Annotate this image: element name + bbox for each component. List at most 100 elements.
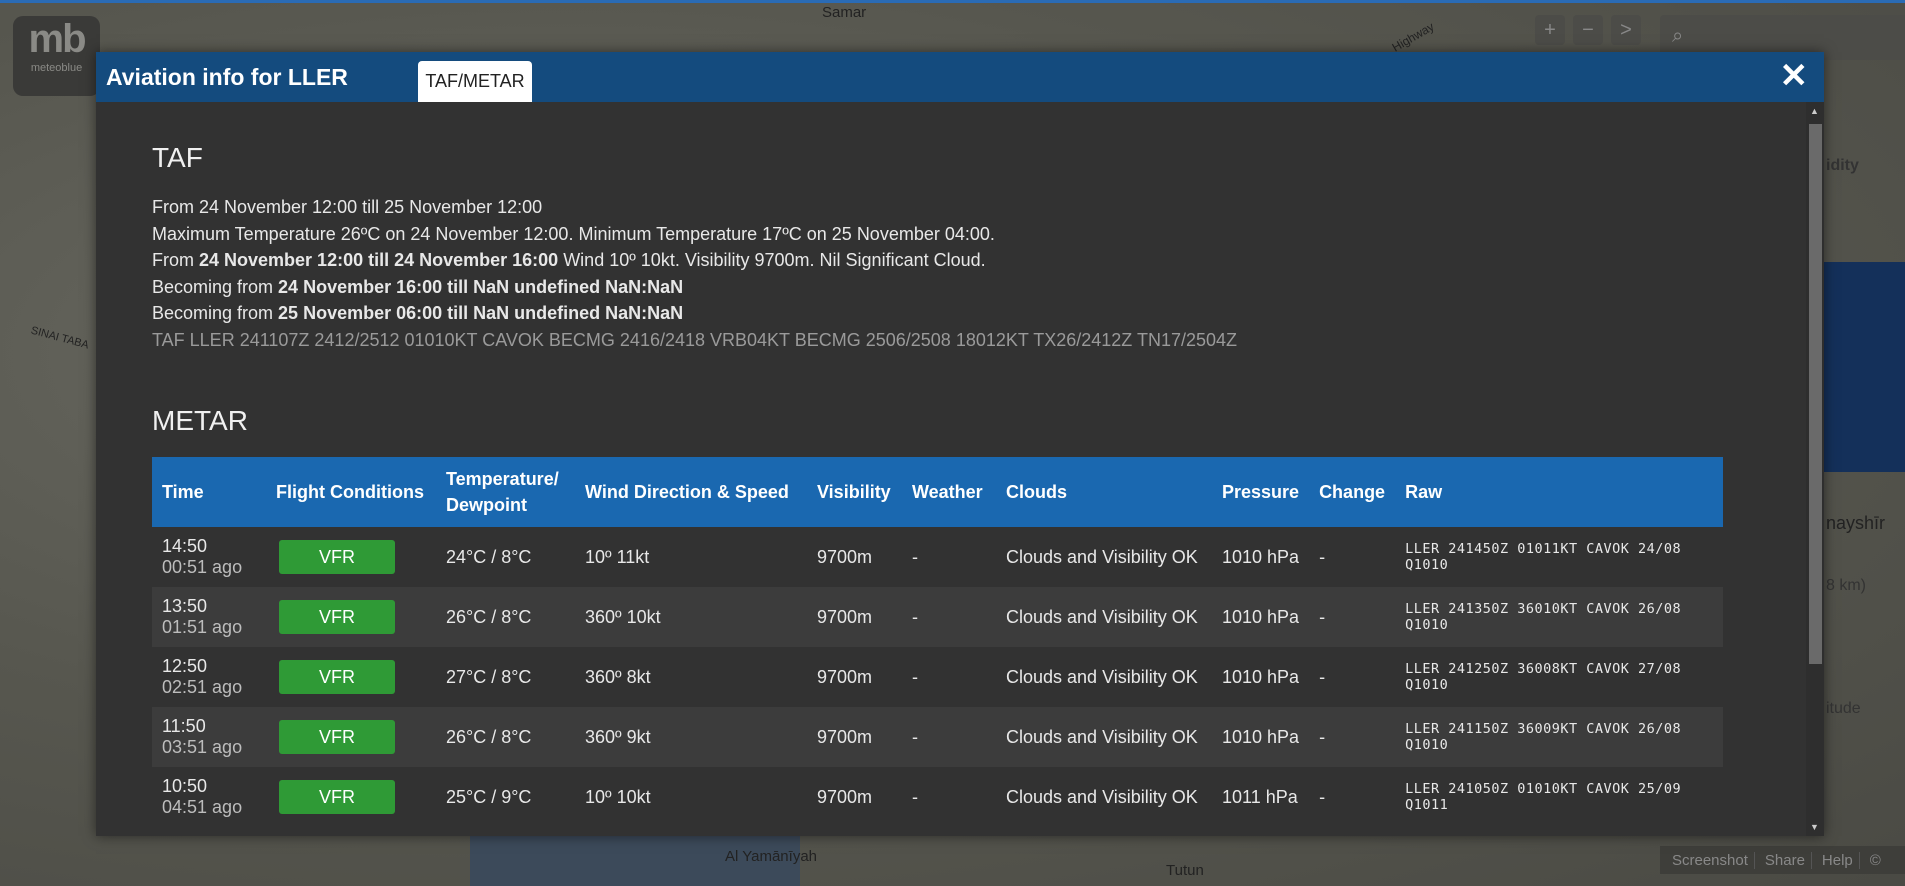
cell-wind: 10º 11kt bbox=[575, 527, 807, 587]
map-label: Tutun bbox=[1166, 862, 1204, 879]
column-header: Wind Direction & Speed bbox=[575, 457, 807, 527]
cell-wx: - bbox=[902, 767, 996, 827]
column-header: Weather bbox=[902, 457, 996, 527]
zoom-out-button[interactable]: − bbox=[1573, 15, 1603, 45]
taf-becoming: Becoming from 24 November 16:00 till NaN… bbox=[152, 274, 1750, 301]
copyright-link[interactable]: © bbox=[1864, 852, 1887, 869]
column-header: Raw bbox=[1395, 457, 1723, 527]
cell-time: 13:50 01:51 ago bbox=[152, 587, 266, 647]
cell-wind: 360º 8kt bbox=[575, 647, 807, 707]
cell-temp: 27°C / 8°C bbox=[436, 647, 575, 707]
column-header: Flight Conditions bbox=[266, 457, 436, 527]
cell-time: 12:50 02:51 ago bbox=[152, 647, 266, 707]
cell-vis: 9700m bbox=[807, 527, 902, 587]
period: 24 November 12:00 till 24 November 16:00 bbox=[199, 250, 559, 270]
cell-pres: 1010 hPa bbox=[1212, 587, 1310, 647]
zoom-in-button[interactable]: + bbox=[1535, 15, 1565, 45]
cell-raw: LLER 241450Z 01011KT CAVOK 24/08 Q1010 bbox=[1395, 527, 1723, 587]
next-button[interactable]: > bbox=[1611, 15, 1641, 45]
top-accent-line bbox=[0, 0, 1905, 3]
map-label: itude bbox=[1826, 700, 1861, 717]
scrollbar-thumb[interactable] bbox=[1809, 124, 1822, 664]
metar-table: Time Flight Conditions Temperature/ Dewpoi… bbox=[152, 457, 1723, 827]
scroll-up-icon[interactable]: ▲ bbox=[1810, 106, 1819, 116]
cell-time: 10:50 04:51 ago bbox=[152, 767, 266, 827]
scrollbar[interactable]: ▲ ▼ bbox=[1806, 102, 1824, 836]
flight-condition-badge: VFR bbox=[279, 600, 395, 634]
taf-becoming: Becoming from 25 November 06:00 till NaN… bbox=[152, 300, 1750, 327]
cell-time: 11:50 03:51 ago bbox=[152, 707, 266, 767]
map-label: nayshīr bbox=[1826, 513, 1886, 533]
cell-fc: VFR bbox=[266, 527, 436, 587]
time: 11:50 bbox=[162, 716, 206, 736]
cell-change: - bbox=[1309, 767, 1396, 827]
period: 24 November 16:00 till NaN undefined NaN… bbox=[278, 276, 684, 297]
time: 12:50 bbox=[162, 656, 208, 676]
cell-vis: 9700m bbox=[807, 767, 902, 827]
cell-vis: 9700m bbox=[807, 647, 902, 707]
modal-body: TAF From 24 November 12:00 till 25 Novem… bbox=[96, 102, 1806, 836]
cell-clouds: Clouds and Visibility OK bbox=[996, 527, 1212, 587]
logo-mark: mb bbox=[28, 17, 87, 61]
cell-change: - bbox=[1309, 647, 1396, 707]
cell-fc: VFR bbox=[266, 707, 436, 767]
map-label: Al Yamānīyah bbox=[725, 848, 817, 865]
cell-clouds: Clouds and Visibility OK bbox=[996, 707, 1212, 767]
cell-wind: 360º 9kt bbox=[575, 707, 807, 767]
scroll-down-icon[interactable]: ▼ bbox=[1810, 822, 1819, 832]
cell-raw: LLER 241250Z 36008KT CAVOK 27/08 Q1010 bbox=[1395, 647, 1723, 707]
close-icon[interactable]: ✕ bbox=[1780, 56, 1809, 96]
taf-section: TAF From 24 November 12:00 till 25 Novem… bbox=[152, 142, 1750, 353]
time: 13:50 bbox=[162, 596, 208, 616]
table-row: 11:50 03:51 ago VFR 26°C / 8°C 360º 9kt 9700m… bbox=[152, 707, 1723, 767]
cell-clouds: Clouds and Visibility OK bbox=[996, 587, 1212, 647]
taf-heading: TAF bbox=[152, 142, 203, 173]
cell-temp: 25°C / 9°C bbox=[436, 767, 575, 827]
column-header: Time bbox=[152, 457, 266, 527]
modal-header: Aviation info for LLER TAF/METAR ✕ bbox=[96, 52, 1824, 102]
cell-wx: - bbox=[902, 707, 996, 767]
cell-wind: 10º 10kt bbox=[575, 767, 807, 827]
taf-temperatures: Maximum Temperature 26ºC on 24 November … bbox=[152, 223, 995, 244]
column-header: Clouds bbox=[996, 457, 1212, 527]
cell-pres: 1011 hPa bbox=[1212, 767, 1310, 827]
cell-vis: 9700m bbox=[807, 707, 902, 767]
cell-wind: 360º 10kt bbox=[575, 587, 807, 647]
cell-temp: 26°C / 8°C bbox=[436, 587, 575, 647]
column-header: Visibility bbox=[807, 457, 902, 527]
column-header: Pressure bbox=[1212, 457, 1310, 527]
cell-time: 14:50 00:51 ago bbox=[152, 527, 266, 587]
cell-fc: VFR bbox=[266, 647, 436, 707]
time-ago: 03:51 ago bbox=[162, 737, 243, 757]
flight-condition-badge: VFR bbox=[279, 540, 395, 574]
metar-section: METAR Time Flight Conditions Temperature/ … bbox=[152, 405, 1750, 827]
map-label: Samar bbox=[822, 4, 867, 21]
help-link[interactable]: Help bbox=[1816, 851, 1860, 869]
tab-taf-metar[interactable]: TAF/METAR bbox=[418, 61, 532, 102]
table-row: 14:50 00:51 ago VFR 24°C / 8°C 10º 11kt 9700m… bbox=[152, 527, 1723, 587]
cell-fc: VFR bbox=[266, 587, 436, 647]
cell-wx: - bbox=[902, 587, 996, 647]
cell-change: - bbox=[1309, 527, 1396, 587]
search-icon: ⌕ bbox=[1672, 25, 1684, 47]
table-row: 13:50 01:51 ago VFR 26°C / 8°C 360º 10kt 9700… bbox=[152, 587, 1723, 647]
column-header: Temperature/ Dewpoint bbox=[436, 457, 575, 527]
cell-wx: - bbox=[902, 647, 996, 707]
taf-period: From 24 November 12:00 till 24 November … bbox=[152, 247, 1750, 274]
map-footer: Screenshot Share Help © bbox=[1660, 846, 1905, 874]
logo-text: meteoblue bbox=[30, 62, 83, 74]
cell-fc: VFR bbox=[266, 767, 436, 827]
cell-pres: 1010 hPa bbox=[1212, 707, 1310, 767]
text: Wind 10º 10kt. Visibility 9700m. Nil Sig… bbox=[558, 250, 986, 270]
share-link[interactable]: Share bbox=[1759, 851, 1812, 869]
map-label: idity bbox=[1826, 157, 1859, 174]
table-row: 12:50 02:51 ago VFR 27°C / 8°C 360º 8kt 9700m… bbox=[152, 647, 1723, 707]
screenshot-link[interactable]: Screenshot bbox=[1666, 851, 1755, 869]
flight-condition-badge: VFR bbox=[279, 660, 395, 694]
text: From bbox=[152, 250, 199, 270]
meteoblue-logo[interactable]: mb meteoblue bbox=[13, 16, 100, 96]
cell-pres: 1010 hPa bbox=[1212, 647, 1310, 707]
cell-change: - bbox=[1309, 587, 1396, 647]
cell-temp: 24°C / 8°C bbox=[436, 527, 575, 587]
map-label: 8 km) bbox=[1826, 577, 1866, 594]
